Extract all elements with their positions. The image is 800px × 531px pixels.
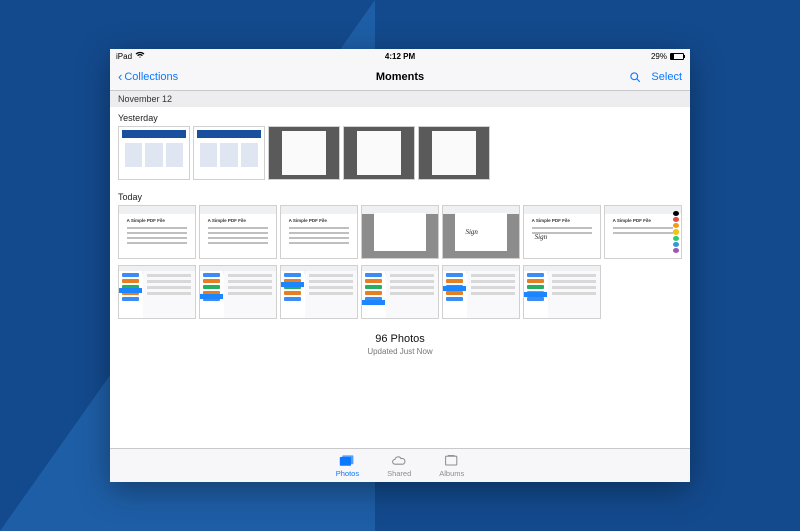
photo-thumb[interactable]: A Simple PDF File — [199, 205, 277, 259]
photo-thumb[interactable] — [199, 265, 277, 319]
tab-label: Photos — [336, 469, 359, 478]
search-button[interactable] — [629, 71, 641, 83]
photo-thumb[interactable] — [280, 265, 358, 319]
updated-label: Updated Just Now — [110, 347, 690, 356]
content-area[interactable]: November 12 Yesterday Today A Simple PDF… — [110, 91, 690, 448]
photo-thumb[interactable]: A Simple PDF File — [280, 205, 358, 259]
tab-label: Shared — [387, 469, 411, 478]
photo-count: 96 Photos — [110, 333, 690, 345]
chevron-left-icon: ‹ — [118, 70, 122, 83]
date-header: November 12 — [110, 91, 690, 107]
library-summary: 96 Photos Updated Just Now — [110, 325, 690, 366]
photo-thumb[interactable] — [118, 265, 196, 319]
group-label-today: Today — [110, 186, 690, 205]
page-title: Moments — [110, 71, 690, 83]
grid-today-row2 — [110, 265, 690, 325]
status-time: 4:12 PM — [305, 52, 494, 61]
photo-thumb[interactable] — [442, 205, 520, 259]
select-button[interactable]: Select — [651, 71, 682, 83]
cloud-icon — [391, 454, 407, 468]
photo-thumb[interactable] — [523, 265, 601, 319]
tab-bar: Photos Shared Albums — [110, 448, 690, 482]
photo-thumb[interactable] — [343, 126, 415, 180]
battery-icon — [670, 53, 684, 60]
status-bar: iPad 4:12 PM 29% — [110, 49, 690, 63]
grid-today-row1: A Simple PDF File A Simple PDF File A Si… — [110, 205, 690, 265]
photo-thumb[interactable] — [418, 126, 490, 180]
photo-thumb[interactable]: A Simple PDF File — [604, 205, 682, 259]
device-label: iPad — [116, 52, 132, 61]
tab-shared[interactable]: Shared — [387, 454, 411, 478]
tab-albums[interactable]: Albums — [439, 454, 464, 478]
photo-thumb[interactable] — [193, 126, 265, 180]
photo-thumb[interactable]: A Simple PDF File — [118, 205, 196, 259]
page-background: iPad 4:12 PM 29% ‹ Collections Moments — [0, 0, 800, 531]
photo-thumb[interactable] — [442, 265, 520, 319]
albums-icon — [444, 454, 460, 468]
grid-yesterday — [110, 126, 690, 186]
battery-pct: 29% — [651, 52, 667, 61]
photo-thumb[interactable] — [361, 265, 439, 319]
photos-icon — [339, 454, 355, 468]
group-label-yesterday: Yesterday — [110, 107, 690, 126]
back-button[interactable]: ‹ Collections — [118, 70, 178, 83]
wifi-icon — [135, 51, 145, 61]
back-label: Collections — [124, 71, 178, 83]
tab-label: Albums — [439, 469, 464, 478]
nav-bar: ‹ Collections Moments Select — [110, 63, 690, 91]
photo-thumb[interactable] — [268, 126, 340, 180]
photo-thumb[interactable] — [361, 205, 439, 259]
photo-thumb[interactable]: A Simple PDF File — [523, 205, 601, 259]
tab-photos[interactable]: Photos — [336, 454, 359, 478]
ipad-frame: iPad 4:12 PM 29% ‹ Collections Moments — [110, 49, 690, 482]
photo-thumb[interactable] — [118, 126, 190, 180]
